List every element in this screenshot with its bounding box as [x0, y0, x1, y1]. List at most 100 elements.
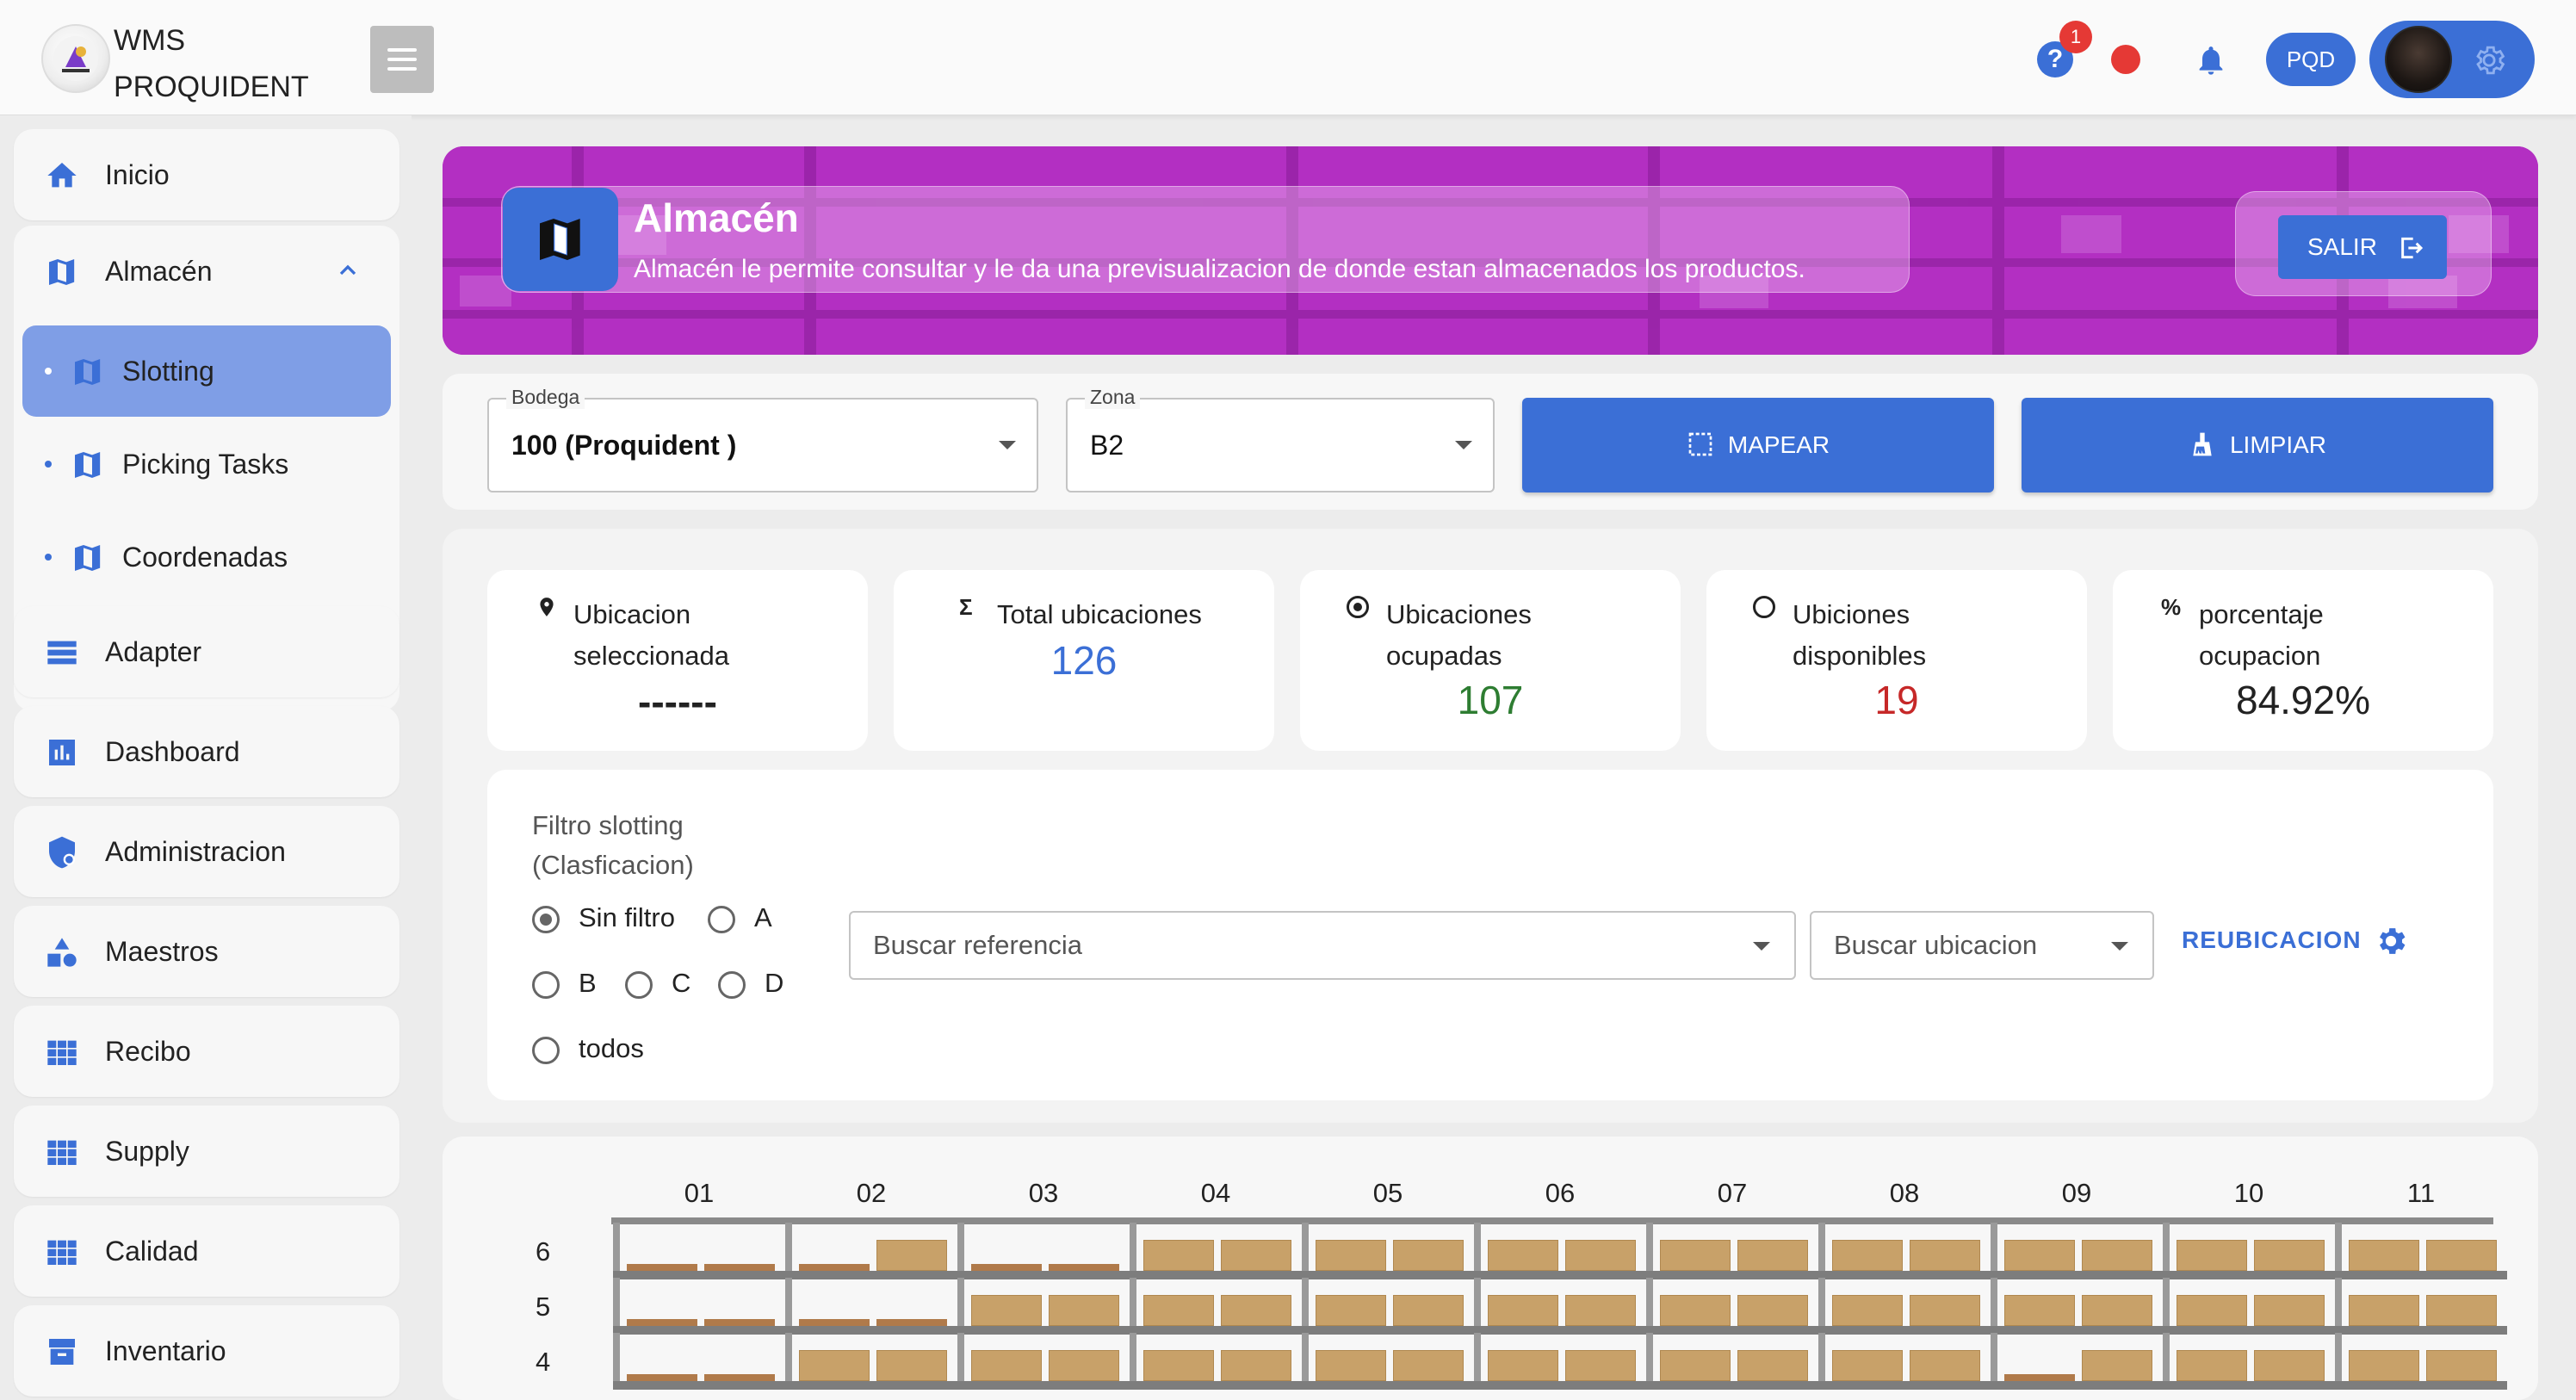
sidebar-item-supply[interactable]: Supply	[14, 1106, 399, 1197]
stored-box	[1488, 1350, 1558, 1381]
rack-location-cell[interactable]	[957, 1333, 1130, 1390]
relocation-button[interactable]: REUBICACION	[2182, 926, 2406, 954]
radio-d[interactable]	[718, 971, 746, 999]
avatar[interactable]	[2385, 26, 2452, 93]
rack-location-cell[interactable]	[1818, 1223, 1991, 1279]
stored-box	[1832, 1295, 1903, 1326]
exit-button[interactable]: SALIR	[2278, 215, 2447, 279]
sidebar-item-inicio[interactable]: Inicio	[14, 129, 399, 220]
grid-icon	[47, 1140, 77, 1165]
sidebar-item-label: Dashboard	[105, 736, 240, 767]
sidebar-subitem-coordenadas[interactable]: Coordenadas	[22, 511, 391, 603]
sidebar-item-label: Inventario	[105, 1335, 226, 1366]
rack-location-cell[interactable]	[2335, 1333, 2507, 1390]
stored-box	[1143, 1350, 1214, 1381]
rack-row-header: 5	[536, 1292, 551, 1322]
slotting-filter-title: Filtro slotting (Clasficacion)	[532, 810, 694, 880]
rack-location-cell[interactable]	[1991, 1333, 2163, 1390]
map-button[interactable]: MAPEAR	[1522, 398, 1994, 492]
map-icon	[75, 452, 101, 478]
bell-icon[interactable]	[2194, 41, 2228, 79]
sidebar-item-dashboard[interactable]: Dashboard	[14, 706, 399, 797]
radio-b[interactable]	[532, 971, 560, 999]
rack-location-cell[interactable]	[785, 1278, 957, 1335]
empty-slot	[1049, 1264, 1119, 1271]
radio-sin-filtro[interactable]	[532, 906, 560, 933]
bullet-icon	[45, 368, 52, 375]
rack-location-cell[interactable]	[2163, 1223, 2335, 1279]
rack-column-header: 04	[1200, 1178, 1231, 1208]
rack-location-cell[interactable]	[1302, 1278, 1474, 1335]
stored-box	[1910, 1350, 1980, 1381]
stored-box	[1565, 1295, 1636, 1326]
stored-box	[1393, 1295, 1464, 1326]
sidebar-item-almacen[interactable]: Almacén	[14, 226, 399, 317]
rack-location-cell[interactable]	[2335, 1223, 2507, 1279]
stored-box	[876, 1240, 947, 1271]
rack-location-cell[interactable]	[1130, 1278, 1302, 1335]
search-location-select[interactable]: Buscar ubicacion	[1810, 911, 2154, 980]
sidebar-item-calidad[interactable]: Calidad	[14, 1205, 399, 1297]
gear-icon[interactable]	[2471, 42, 2507, 78]
rack-location-cell[interactable]	[1646, 1278, 1818, 1335]
zona-select[interactable]: Zona B2	[1066, 386, 1495, 492]
sidebar: Inicio Almacén Slotting Picking Tasks Co…	[0, 115, 412, 1400]
chevron-up-icon[interactable]	[334, 257, 362, 284]
rack-location-cell[interactable]	[1474, 1278, 1646, 1335]
rack-location-cell[interactable]	[1818, 1333, 1991, 1390]
rack-location-cell[interactable]	[957, 1278, 1130, 1335]
rack-location-cell[interactable]	[2335, 1278, 2507, 1335]
radio-todos[interactable]	[532, 1037, 560, 1064]
rack-location-cell[interactable]	[613, 1223, 785, 1279]
rack-location-cell[interactable]	[785, 1333, 957, 1390]
empty-slot	[704, 1319, 775, 1326]
user-menu[interactable]	[2369, 21, 2535, 98]
rack-location-cell[interactable]	[1818, 1278, 1991, 1335]
relocation-label: REUBICACION	[2182, 926, 2362, 953]
rack-location-cell[interactable]	[613, 1278, 785, 1335]
rack-beam	[2163, 1381, 2335, 1390]
menu-toggle-button[interactable]	[370, 26, 434, 93]
search-reference-select[interactable]: Buscar referencia	[849, 911, 1796, 980]
sidebar-item-adapter[interactable]: Adapter	[14, 606, 399, 697]
inventory-icon	[49, 1339, 75, 1365]
rack-location-cell[interactable]	[1130, 1223, 1302, 1279]
rack-location-cell[interactable]	[1130, 1333, 1302, 1390]
rack-location-cell[interactable]	[1991, 1223, 2163, 1279]
rack-location-cell[interactable]	[2163, 1278, 2335, 1335]
status-dot-icon[interactable]	[2111, 45, 2140, 74]
rack-location-cell[interactable]	[1646, 1333, 1818, 1390]
empty-slot	[876, 1319, 947, 1326]
rack-column-header: 11	[2406, 1178, 2436, 1208]
rack-location-cell[interactable]	[785, 1223, 957, 1279]
bodega-select[interactable]: Bodega 100 (Proquident )	[487, 386, 1038, 492]
stored-box	[1660, 1295, 1731, 1326]
sidebar-item-recibo[interactable]: Recibo	[14, 1006, 399, 1097]
rack-row-header: 6	[536, 1236, 551, 1267]
sidebar-item-administracion[interactable]: Administracion	[14, 806, 399, 897]
rack-location-cell[interactable]	[1474, 1223, 1646, 1279]
rack-location-cell[interactable]	[613, 1333, 785, 1390]
rack-location-cell[interactable]	[957, 1223, 1130, 1279]
sidebar-subitem-label: Picking Tasks	[122, 449, 289, 480]
sidebar-item-maestros[interactable]: Maestros	[14, 906, 399, 997]
rack-location-cell[interactable]	[1302, 1223, 1474, 1279]
rack-beam	[785, 1381, 957, 1390]
map-button-label: MAPEAR	[1727, 431, 1830, 458]
rack-location-cell[interactable]	[1474, 1333, 1646, 1390]
radio-a[interactable]	[708, 906, 735, 933]
radio-c[interactable]	[625, 971, 653, 999]
company-logo	[41, 24, 110, 93]
sidebar-subitem-slotting[interactable]: Slotting	[22, 325, 391, 417]
rack-location-cell[interactable]	[1302, 1333, 1474, 1390]
clear-button[interactable]: LIMPIAR	[2022, 398, 2493, 492]
sidebar-subitem-picking-tasks[interactable]: Picking Tasks	[22, 418, 391, 510]
empty-slot	[799, 1264, 870, 1271]
stat-value: 107	[1457, 678, 1524, 722]
rack-location-cell[interactable]	[1646, 1223, 1818, 1279]
user-initials-button[interactable]: PQD	[2266, 33, 2356, 86]
rack-location-cell[interactable]	[1991, 1278, 2163, 1335]
stored-box	[1488, 1240, 1558, 1271]
rack-location-cell[interactable]	[2163, 1333, 2335, 1390]
sidebar-item-inventario[interactable]: Inventario	[14, 1305, 399, 1397]
